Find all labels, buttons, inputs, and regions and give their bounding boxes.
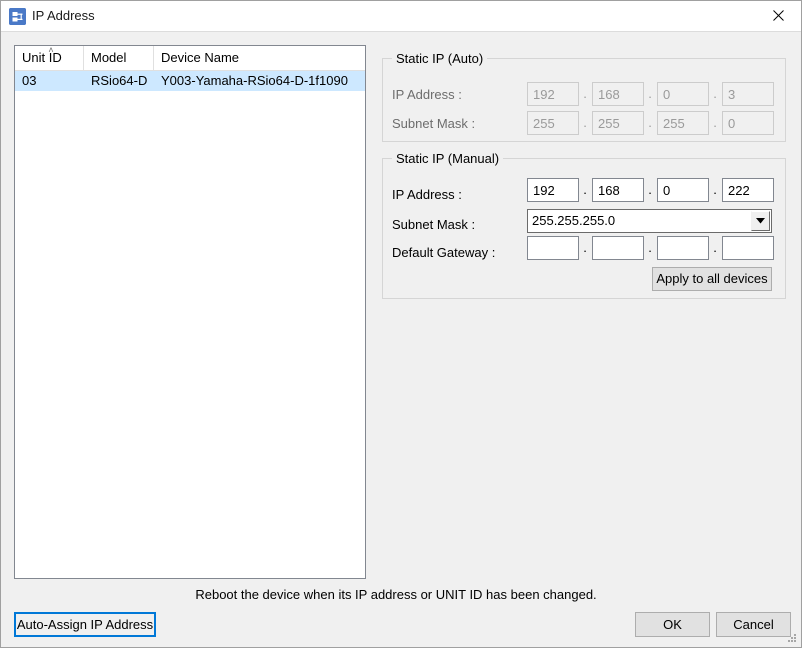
manual-ip-address-label: IP Address : <box>392 186 462 203</box>
column-header-device-name[interactable]: Device Name <box>154 46 365 70</box>
auto-ip-octet-2 <box>592 82 644 106</box>
network-device-icon <box>9 8 26 25</box>
column-header-unit-id[interactable]: ˄ Unit ID <box>15 46 84 70</box>
auto-assign-ip-address-button[interactable]: Auto-Assign IP Address <box>14 612 156 637</box>
gateway-dot-3: . <box>712 236 718 260</box>
static-ip-auto-legend: Static IP (Auto) <box>392 51 487 66</box>
title-bar: IP Address <box>1 1 801 32</box>
auto-ip-dot-3: . <box>712 82 718 106</box>
close-icon[interactable] <box>755 1 801 30</box>
auto-subnet-octet-4 <box>722 111 774 135</box>
manual-ip-octet-3[interactable] <box>657 178 709 202</box>
device-list-header: ˄ Unit ID Model Device Name <box>15 46 365 71</box>
ok-button[interactable]: OK <box>635 612 710 637</box>
auto-ip-octet-3 <box>657 82 709 106</box>
subnet-mask-dropdown-value: 255.255.255.0 <box>532 210 615 232</box>
auto-ip-octet-1 <box>527 82 579 106</box>
auto-subnet-octet-3 <box>657 111 709 135</box>
cell-device-name: Y003-Yamaha-RSio64-D-1f1090 <box>154 71 365 91</box>
manual-ip-octet-1[interactable] <box>527 178 579 202</box>
auto-subnet-octet-2 <box>592 111 644 135</box>
chevron-down-icon[interactable] <box>751 211 770 231</box>
gateway-octet-3[interactable] <box>657 236 709 260</box>
ip-address-dialog: IP Address ˄ Unit ID Model Device Name 0… <box>0 0 802 648</box>
auto-subnet-octet-1 <box>527 111 579 135</box>
auto-subnet-mask-label: Subnet Mask : <box>392 115 475 132</box>
auto-ip-dot-1: . <box>582 82 588 106</box>
auto-subnet-dot-1: . <box>582 111 588 135</box>
gateway-dot-1: . <box>582 236 588 260</box>
column-header-device-name-label: Device Name <box>161 50 239 65</box>
apply-to-all-devices-button[interactable]: Apply to all devices <box>652 267 772 291</box>
auto-subnet-dot-2: . <box>647 111 653 135</box>
subnet-mask-dropdown[interactable]: 255.255.255.0 <box>527 209 772 233</box>
cancel-button[interactable]: Cancel <box>716 612 791 637</box>
gateway-octet-1[interactable] <box>527 236 579 260</box>
manual-ip-octet-2[interactable] <box>592 178 644 202</box>
table-row[interactable]: 03 RSio64-D Y003-Yamaha-RSio64-D-1f1090 <box>15 71 365 91</box>
manual-ip-dot-2: . <box>647 178 653 202</box>
cell-model: RSio64-D <box>84 71 154 91</box>
column-header-model[interactable]: Model <box>84 46 154 70</box>
auto-subnet-dot-3: . <box>712 111 718 135</box>
sort-ascending-icon: ˄ <box>45 46 57 54</box>
manual-ip-octet-4[interactable] <box>722 178 774 202</box>
column-header-model-label: Model <box>91 50 126 65</box>
default-gateway-label: Default Gateway : <box>392 244 495 261</box>
gateway-octet-2[interactable] <box>592 236 644 260</box>
reboot-note: Reboot the device when its IP address or… <box>1 587 791 602</box>
auto-ip-octet-4 <box>722 82 774 106</box>
gateway-dot-2: . <box>647 236 653 260</box>
window-title: IP Address <box>32 7 95 25</box>
manual-subnet-mask-label: Subnet Mask : <box>392 216 475 233</box>
auto-ip-dot-2: . <box>647 82 653 106</box>
manual-ip-dot-1: . <box>582 178 588 202</box>
static-ip-manual-legend: Static IP (Manual) <box>392 151 503 166</box>
auto-ip-address-label: IP Address : <box>392 86 462 103</box>
gateway-octet-4[interactable] <box>722 236 774 260</box>
resize-grip-icon[interactable] <box>786 632 798 644</box>
device-list[interactable]: ˄ Unit ID Model Device Name 03 RSio64-D … <box>14 45 366 579</box>
manual-ip-dot-3: . <box>712 178 718 202</box>
cell-unit-id: 03 <box>15 71 84 91</box>
